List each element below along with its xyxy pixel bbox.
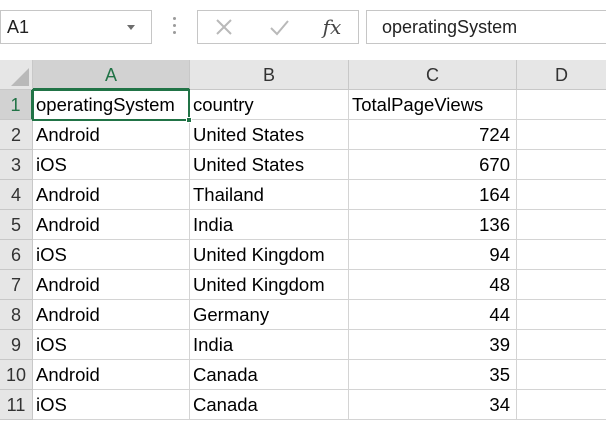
row-header[interactable]: 2 (0, 120, 33, 150)
row-header[interactable]: 3 (0, 150, 33, 180)
spreadsheet-grid: A B C D 1 operatingSystem country TotalPage… (0, 60, 606, 423)
cell[interactable] (517, 270, 606, 300)
cell[interactable]: iOS (33, 240, 190, 270)
enter-check-icon[interactable] (266, 16, 294, 40)
cell[interactable]: 724 (349, 120, 517, 150)
cell[interactable]: 48 (349, 270, 517, 300)
formula-input-value: operatingSystem (382, 17, 518, 37)
cell[interactable]: Android (33, 300, 190, 330)
cell[interactable]: India (190, 330, 349, 360)
cell[interactable]: United States (190, 120, 349, 150)
cell[interactable] (517, 180, 606, 210)
cell[interactable] (517, 150, 606, 180)
cell[interactable]: 34 (349, 390, 517, 420)
select-all-triangle-icon (11, 68, 29, 86)
cell[interactable]: TotalPageViews (349, 90, 517, 120)
cell[interactable]: 136 (349, 210, 517, 240)
row-header[interactable]: 11 (0, 390, 33, 420)
row-header[interactable]: 6 (0, 240, 33, 270)
cell[interactable]: Canada (190, 360, 349, 390)
cell[interactable]: Germany (190, 300, 349, 330)
cell[interactable]: United Kingdom (190, 270, 349, 300)
row-header[interactable]: 9 (0, 330, 33, 360)
cell[interactable]: Android (33, 360, 190, 390)
column-header-a[interactable]: A (33, 60, 190, 90)
chevron-down-icon[interactable] (127, 25, 135, 30)
cell[interactable]: Android (33, 120, 190, 150)
cell[interactable]: country (190, 90, 349, 120)
fill-handle[interactable] (186, 117, 192, 123)
row-header[interactable]: 4 (0, 180, 33, 210)
formula-buttons: fx (197, 10, 359, 44)
cell[interactable] (517, 390, 606, 420)
cell[interactable]: operatingSystem (33, 90, 190, 120)
cell[interactable]: 164 (349, 180, 517, 210)
insert-function-icon[interactable]: fx (318, 16, 346, 40)
cell[interactable]: Android (33, 210, 190, 240)
cell[interactable]: iOS (33, 150, 190, 180)
cell[interactable]: iOS (33, 390, 190, 420)
cell[interactable]: 670 (349, 150, 517, 180)
column-header-b[interactable]: B (190, 60, 349, 90)
cell[interactable] (517, 240, 606, 270)
cell[interactable] (517, 120, 606, 150)
column-header-c[interactable]: C (349, 60, 517, 90)
cell[interactable] (517, 300, 606, 330)
cell[interactable] (517, 210, 606, 240)
cell[interactable] (517, 90, 606, 120)
cell[interactable]: India (190, 210, 349, 240)
row-header[interactable]: 10 (0, 360, 33, 390)
column-header-d[interactable]: D (517, 60, 606, 90)
cell[interactable]: 94 (349, 240, 517, 270)
cell[interactable] (517, 360, 606, 390)
select-all-button[interactable] (0, 60, 33, 90)
cell[interactable]: Canada (190, 390, 349, 420)
cell[interactable]: Android (33, 270, 190, 300)
cell[interactable]: Thailand (190, 180, 349, 210)
cell[interactable]: United States (190, 150, 349, 180)
name-box-value: A1 (7, 17, 30, 37)
cell[interactable]: Android (33, 180, 190, 210)
cancel-icon[interactable] (211, 16, 239, 40)
row-header[interactable]: 7 (0, 270, 33, 300)
formula-bar-area: A1 fx operatingSystem (0, 0, 606, 60)
cell[interactable]: 44 (349, 300, 517, 330)
row-header[interactable]: 1 (0, 90, 33, 120)
name-box[interactable]: A1 (0, 10, 152, 44)
cell[interactable]: 35 (349, 360, 517, 390)
cell[interactable]: iOS (33, 330, 190, 360)
row-header[interactable]: 8 (0, 300, 33, 330)
formula-input[interactable]: operatingSystem (366, 10, 606, 44)
cell[interactable] (517, 330, 606, 360)
cell[interactable]: United Kingdom (190, 240, 349, 270)
grip-dots-icon[interactable] (173, 17, 177, 37)
cell[interactable]: 39 (349, 330, 517, 360)
row-header[interactable]: 5 (0, 210, 33, 240)
